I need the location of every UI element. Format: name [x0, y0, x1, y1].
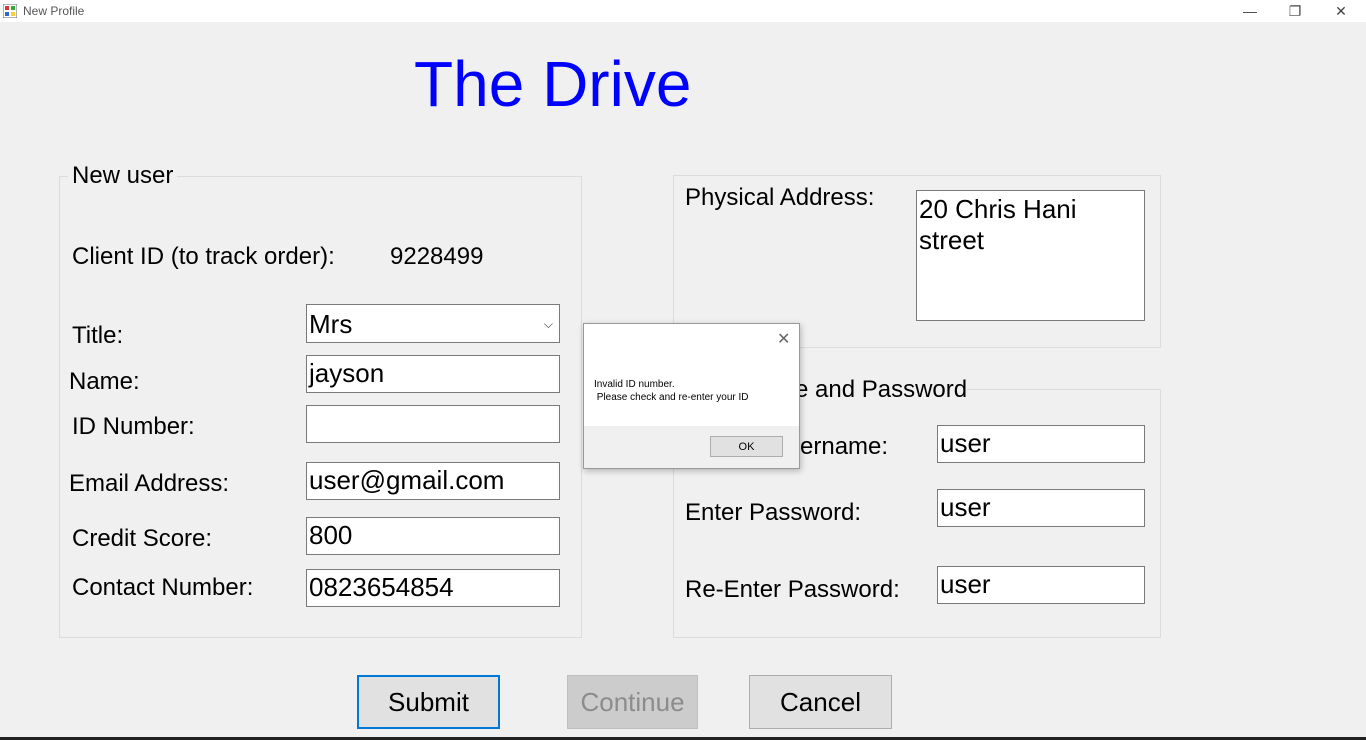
message-box-footer: OK	[584, 426, 799, 468]
new-user-legend: New user	[68, 162, 178, 190]
password-field[interactable]: user	[937, 489, 1145, 527]
credit-score-label: Credit Score:	[72, 525, 213, 552]
submit-button[interactable]: Submit	[357, 675, 500, 729]
contact-number-label: Contact Number:	[72, 574, 254, 601]
name-label: Name:	[69, 368, 140, 395]
username-label: ername:	[800, 433, 889, 460]
maximize-button[interactable]: ❐	[1272, 0, 1318, 22]
error-message-text: Invalid ID number. Please check and re-e…	[594, 379, 749, 403]
email-label: Email Address:	[69, 470, 230, 497]
app-icon	[3, 4, 17, 18]
ok-button[interactable]: OK	[710, 436, 783, 457]
contact-number-field[interactable]: 0823654854	[306, 569, 560, 607]
title-label: Title:	[72, 322, 124, 349]
physical-address-label: Physical Address:	[685, 184, 875, 211]
reenter-password-field[interactable]: user	[937, 566, 1145, 604]
minimize-button[interactable]: —	[1227, 0, 1273, 22]
error-message-box: ✕ Invalid ID number. Please check and re…	[583, 323, 800, 469]
password-label: Enter Password:	[685, 499, 862, 526]
title-selected-value: Mrs	[309, 308, 353, 339]
id-number-label: ID Number:	[72, 413, 195, 440]
reenter-password-label: Re-Enter Password:	[685, 576, 900, 603]
chevron-down-icon[interactable]: ⌵	[544, 307, 553, 341]
credentials-legend: e and Password	[795, 376, 968, 404]
continue-button[interactable]: Continue	[567, 675, 698, 729]
physical-address-field[interactable]: 20 Chris Hani street	[916, 190, 1145, 321]
close-icon[interactable]: ✕	[777, 329, 790, 349]
name-field[interactable]: jayson	[306, 355, 560, 393]
close-window-button[interactable]: ✕	[1318, 0, 1364, 22]
credit-score-field[interactable]: 800	[306, 517, 560, 555]
id-number-field[interactable]	[306, 405, 560, 443]
email-field[interactable]: user@gmail.com	[306, 462, 560, 500]
client-id-value: 9228499	[390, 243, 484, 270]
username-field[interactable]: user	[937, 425, 1145, 463]
app-heading: The Drive	[414, 48, 692, 120]
title-dropdown[interactable]: Mrs ⌵	[306, 304, 560, 343]
window-title: New Profile	[23, 4, 85, 18]
cancel-button[interactable]: Cancel	[749, 675, 892, 729]
client-id-label: Client ID (to track order):	[72, 243, 335, 270]
title-bar: New Profile — ❐ ✕	[0, 0, 1366, 22]
